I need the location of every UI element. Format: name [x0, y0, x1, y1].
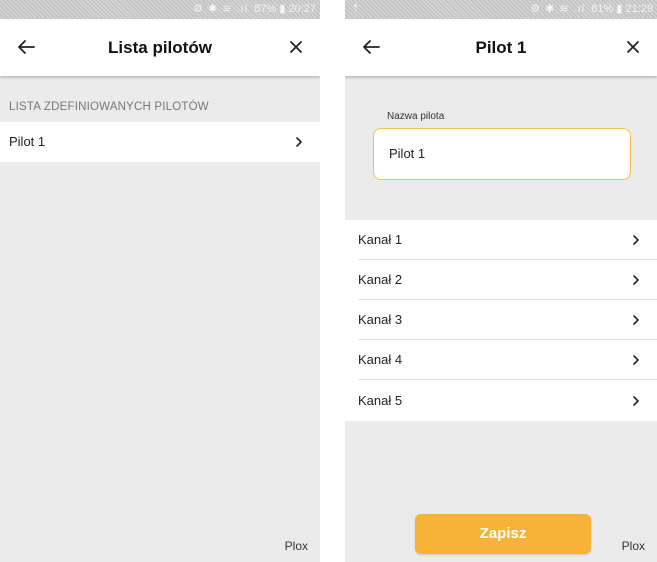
- app-bar: Lista pilotów: [0, 19, 320, 76]
- channel-label: Kanał 4: [358, 352, 403, 367]
- save-button[interactable]: Zapisz: [415, 514, 591, 554]
- back-arrow-icon[interactable]: [359, 35, 383, 59]
- list-item-pilot[interactable]: Pilot 1: [0, 122, 320, 162]
- app-bar: Pilot 1: [345, 19, 657, 76]
- page-title: Lista pilotów: [108, 38, 212, 57]
- clock: 21:29: [625, 3, 653, 15]
- battery-percent: 81%: [591, 3, 614, 15]
- pilot-name-label: Nazwa pilota: [387, 111, 445, 122]
- chevron-right-icon: [633, 315, 639, 325]
- clock: 20:27: [288, 3, 316, 15]
- close-icon[interactable]: [621, 35, 645, 59]
- battery-icon: ▮: [616, 3, 623, 15]
- brand-logo: Plox: [621, 539, 645, 553]
- phone-screen-pilot-list: ⚙ ✱ ≋ .ıl 87% ▮ 20:27 Lista pilotów LIST…: [0, 0, 320, 562]
- channel-item-1[interactable]: Kanał 1: [345, 220, 657, 260]
- upload-icon: ⇡: [351, 3, 361, 15]
- status-right: ⚙ ✱ ≋ .ıl 87% ▮ 20:27: [193, 0, 316, 19]
- section-header: LISTA ZDEFINIOWANYCH PILOTÓW: [9, 101, 209, 113]
- chevron-right-icon: [633, 235, 639, 245]
- channel-item-5[interactable]: Kanał 5: [345, 380, 657, 421]
- chevron-right-icon: [633, 396, 639, 406]
- back-arrow-icon[interactable]: [14, 35, 38, 59]
- list-item-label: Pilot 1: [9, 134, 46, 149]
- status-bar: ⇡ ⚙ ✱ ≋ .ıl 81% ▮ 21:29: [345, 0, 657, 19]
- status-bar: ⚙ ✱ ≋ .ıl 87% ▮ 20:27: [0, 0, 320, 19]
- page-title: Pilot 1: [475, 38, 527, 57]
- phone-screen-pilot-detail: ⇡ ⚙ ✱ ≋ .ıl 81% ▮ 21:29 Pilot 1 Nazwa pi…: [345, 0, 657, 562]
- channel-item-4[interactable]: Kanał 4: [345, 340, 657, 380]
- status-right: ⚙ ✱ ≋ .ıl 81% ▮ 21:29: [530, 0, 653, 19]
- status-icons: ⚙ ✱ ≋ .ıl: [530, 3, 586, 15]
- channel-item-2[interactable]: Kanał 2: [345, 260, 657, 300]
- channel-label: Kanał 2: [358, 272, 403, 287]
- chevron-right-icon: [633, 355, 639, 365]
- channel-label: Kanał 1: [358, 232, 403, 247]
- close-icon[interactable]: [284, 35, 308, 59]
- chevron-right-icon: [296, 137, 302, 147]
- chevron-right-icon: [633, 275, 639, 285]
- brand-logo: Plox: [284, 539, 308, 553]
- channel-label: Kanał 5: [358, 393, 403, 408]
- channel-item-3[interactable]: Kanał 3: [345, 300, 657, 340]
- channel-label: Kanał 3: [358, 312, 403, 327]
- battery-percent: 87%: [254, 3, 277, 15]
- pilot-name-input[interactable]: Pilot 1: [373, 128, 631, 180]
- battery-icon: ▮: [279, 3, 286, 15]
- status-icons: ⚙ ✱ ≋ .ıl: [193, 3, 249, 15]
